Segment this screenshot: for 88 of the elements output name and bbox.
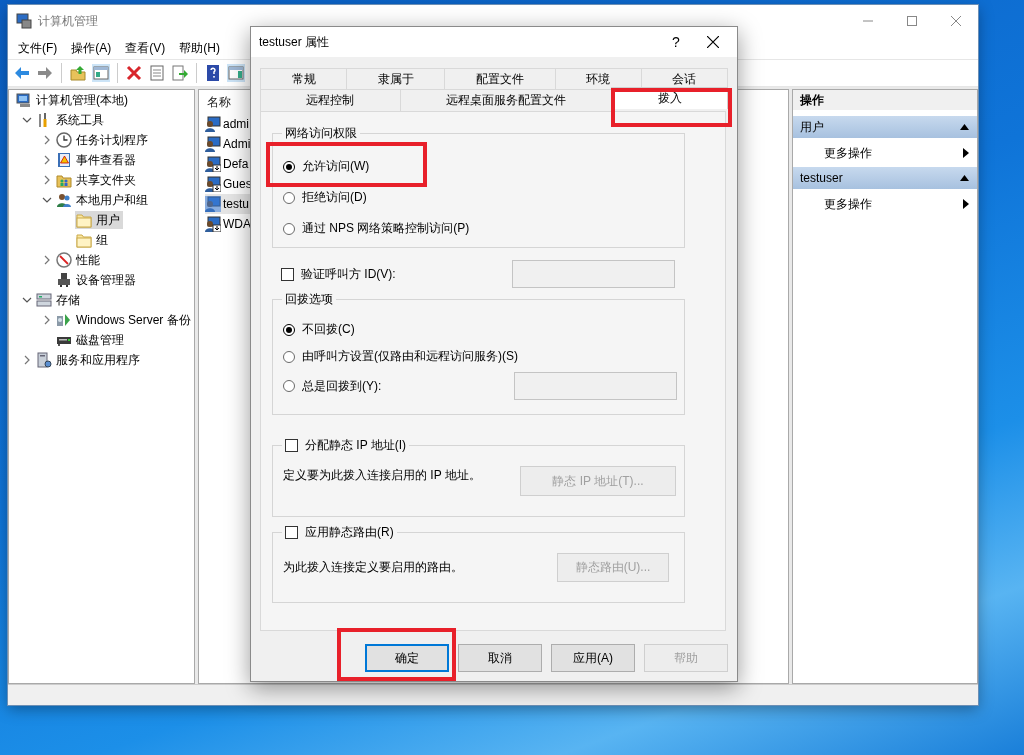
disabled-user-icon <box>205 176 221 192</box>
section-title: testuser <box>800 171 843 185</box>
collapse-triangle-icon[interactable] <box>960 175 969 181</box>
tree-item[interactable]: 性能 <box>55 251 103 269</box>
user-icon <box>205 116 221 132</box>
radio-button[interactable]: 不回拨(C) <box>283 321 355 338</box>
pane-icon[interactable] <box>92 64 110 82</box>
tree-item[interactable]: Windows Server 备份 <box>55 311 194 329</box>
tree-item[interactable]: 存储 <box>35 291 83 309</box>
list-item[interactable]: Admi <box>205 134 253 154</box>
radio-indicator[interactable] <box>283 191 295 204</box>
column-header[interactable]: 名称 <box>207 93 231 111</box>
tree-item[interactable]: 任务计划程序 <box>55 131 151 149</box>
radio-indicator[interactable] <box>283 222 295 235</box>
dialog-title: testuser 属性 <box>259 33 330 51</box>
disabled-user-icon <box>205 156 221 172</box>
tab[interactable]: 常规 <box>260 68 348 89</box>
radio-indicator[interactable] <box>283 323 295 336</box>
tree-item[interactable]: 磁盘管理 <box>55 331 127 349</box>
tree-item[interactable]: 系统工具 <box>35 111 107 129</box>
radio-button[interactable]: 允许访问(W) <box>283 158 370 175</box>
tree-item[interactable]: 事件查看器 <box>55 151 139 169</box>
group-title: 回拨选项 <box>285 291 333 307</box>
user-icon <box>205 196 221 212</box>
event-log-icon <box>56 152 72 168</box>
radio-indicator[interactable] <box>283 380 295 392</box>
menu-item[interactable]: 帮助(H) <box>173 37 226 59</box>
menu-item[interactable]: 操作(A) <box>65 37 118 59</box>
delete-icon[interactable] <box>125 64 143 82</box>
forward-arrow-icon[interactable] <box>36 64 54 82</box>
description: 为此拨入连接定义要启用的路由。 <box>283 559 463 576</box>
clock-icon <box>56 132 72 148</box>
gauge-icon <box>56 252 72 268</box>
menu-item[interactable]: 查看(V) <box>119 37 172 59</box>
tree-item[interactable]: 共享文件夹 <box>55 171 139 189</box>
folder-up-icon[interactable] <box>69 64 87 82</box>
folder-icon <box>76 232 92 248</box>
list-item[interactable]: admi <box>205 114 251 134</box>
users-icon <box>56 192 72 208</box>
action-item[interactable]: 更多操作 <box>793 193 977 215</box>
tree-item[interactable]: 本地用户和组 <box>55 191 151 209</box>
radio-indicator[interactable] <box>283 160 295 173</box>
description: 定义要为此拨入连接启用的 IP 地址。 <box>283 467 481 484</box>
tree-item[interactable]: 组 <box>75 231 111 249</box>
disabled-user-icon <box>205 216 221 232</box>
tree-item[interactable]: 设备管理器 <box>55 271 139 289</box>
dialog-button[interactable]: 应用(A) <box>551 644 635 672</box>
server-icon <box>36 352 52 368</box>
menu-item[interactable]: 文件(F) <box>12 37 64 59</box>
tree-item[interactable]: 用户 <box>75 211 123 229</box>
folder-icon <box>76 212 92 228</box>
device-icon <box>56 272 72 288</box>
radio-button[interactable]: 拒绝访问(D) <box>283 189 367 206</box>
user-icon <box>205 136 221 152</box>
maximize-icon[interactable] <box>907 16 917 26</box>
dialog-button[interactable]: 取消 <box>458 644 542 672</box>
tab[interactable]: 远程控制 <box>260 89 401 111</box>
export-icon[interactable] <box>171 64 189 82</box>
section-header[interactable]: testuser <box>793 167 977 189</box>
radio-indicator[interactable] <box>283 350 295 363</box>
help-icon[interactable] <box>204 64 222 82</box>
backup-icon <box>56 312 72 328</box>
list-item[interactable]: testu <box>205 194 251 214</box>
action-item[interactable]: 更多操作 <box>793 142 977 164</box>
submenu-arrow-icon <box>963 199 969 209</box>
pane-header: 操作 <box>793 90 977 113</box>
radio-button[interactable]: 总是回拨到(Y): <box>283 377 382 395</box>
group-title: 网络访问权限 <box>285 125 357 141</box>
dialog-button[interactable]: 确定 <box>365 644 449 672</box>
monitor-icon <box>16 92 32 108</box>
pane-icon[interactable] <box>227 64 245 82</box>
app-icon <box>16 13 32 29</box>
radio-button[interactable]: 由呼叫方设置(仅路由和远程访问服务)(S) <box>283 348 518 365</box>
storage-icon <box>36 292 52 308</box>
list-item[interactable]: Defa <box>205 154 251 174</box>
list-item[interactable]: WDA <box>205 214 253 234</box>
close-icon[interactable] <box>707 36 719 48</box>
help-button[interactable]: ? <box>661 34 691 50</box>
section-title: 用户 <box>800 118 824 136</box>
tree-item[interactable]: 服务和应用程序 <box>35 351 143 369</box>
collapse-triangle-icon[interactable] <box>960 124 969 130</box>
shared-folder-icon <box>56 172 72 188</box>
submenu-arrow-icon <box>963 148 969 158</box>
checkbox[interactable]: 验证呼叫方 ID(V): <box>281 265 396 283</box>
tree-item[interactable]: 计算机管理(本地) <box>15 91 131 109</box>
window-title: 计算机管理 <box>38 12 98 30</box>
radio-button[interactable]: 通过 NPS 网络策略控制访问(P) <box>283 220 470 237</box>
section-header[interactable]: 用户 <box>793 116 977 138</box>
